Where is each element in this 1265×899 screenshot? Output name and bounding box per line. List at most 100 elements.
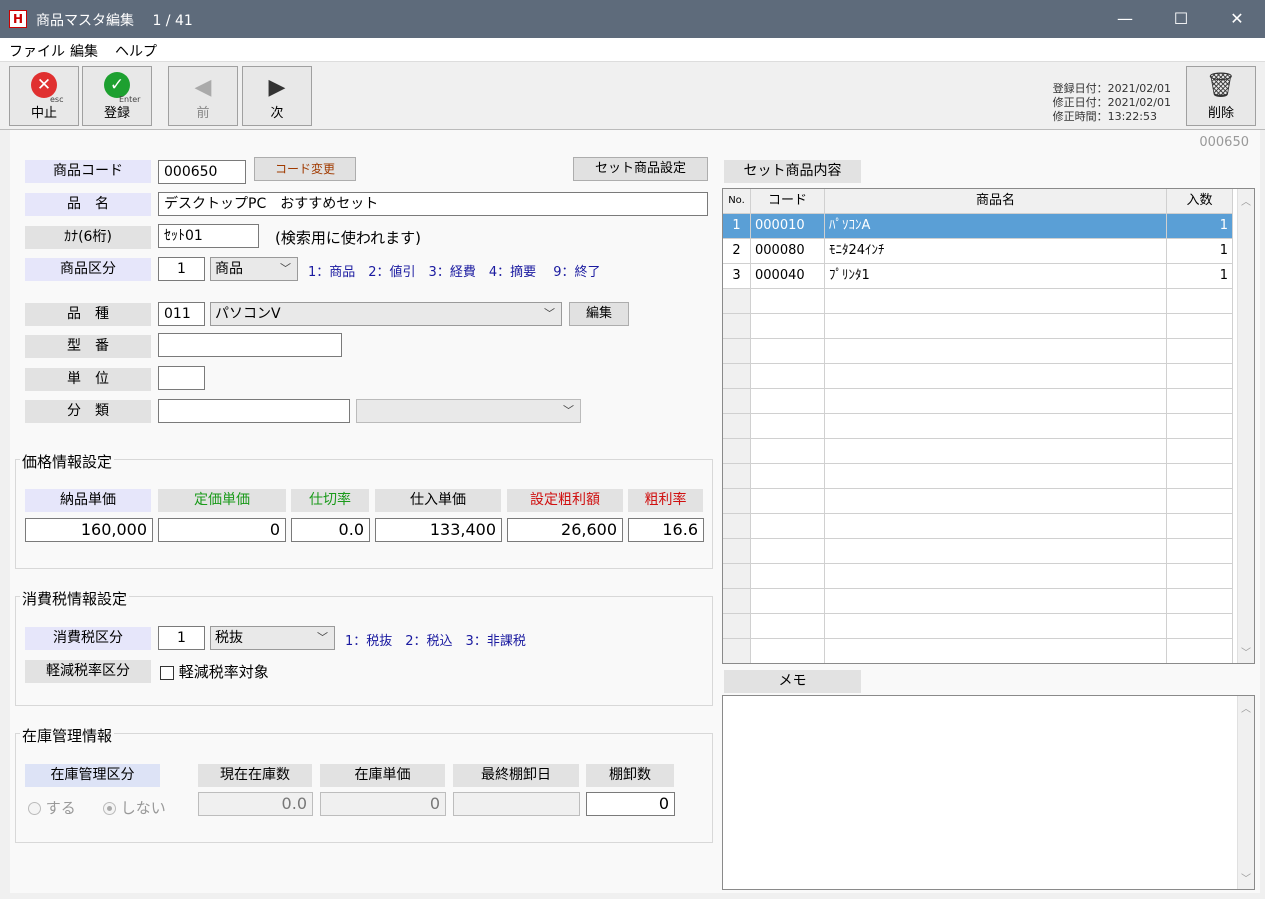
empty-cell bbox=[723, 564, 751, 589]
last-count-date-field[interactable] bbox=[453, 792, 580, 816]
reduced-checkbox-label: 軽減税率対象 bbox=[178, 663, 269, 681]
kind-label: 品 種 bbox=[25, 303, 151, 326]
set-items-table[interactable]: No. コード 商品名 入数 1 000010 ﾊﾟｿｺﾝA 1 2 00008… bbox=[722, 188, 1255, 664]
cancel-button[interactable]: ✕ esc 中止 bbox=[9, 66, 79, 126]
class-select[interactable]: ﹀ bbox=[356, 399, 581, 423]
price-col-rate: 仕切率 bbox=[291, 489, 369, 512]
cancel-label: 中止 bbox=[30, 106, 57, 121]
row-no: 3 bbox=[723, 264, 751, 289]
code-change-button[interactable]: コード変更 bbox=[254, 157, 356, 181]
purchase-price-field[interactable]: 133,400 bbox=[375, 518, 502, 542]
minimize-button[interactable]: — bbox=[1097, 0, 1153, 38]
kind-num-field[interactable]: 011 bbox=[158, 302, 205, 326]
maximize-button[interactable]: ☐ bbox=[1153, 0, 1209, 38]
empty-cell bbox=[723, 639, 751, 663]
kind-edit-button[interactable]: 編集 bbox=[569, 302, 629, 326]
kana-label: ｶﾅ(6桁) bbox=[25, 226, 151, 249]
tax-select-value: 税抜 bbox=[215, 630, 243, 646]
category-num-field[interactable]: 1 bbox=[158, 257, 205, 281]
row-no: 1 bbox=[723, 214, 751, 239]
stock-radio-no[interactable]: しない bbox=[103, 797, 166, 818]
next-label: 次 bbox=[270, 106, 284, 121]
empty-cell bbox=[825, 589, 1167, 614]
margin-field[interactable]: 16.6 bbox=[628, 518, 704, 542]
window-title: 商品マスタ編集 1 / 41 bbox=[36, 13, 193, 29]
empty-cell bbox=[751, 339, 825, 364]
tax-num-field[interactable]: 1 bbox=[158, 626, 205, 650]
col-code-header[interactable]: コード bbox=[751, 189, 825, 214]
tax-hint: 1：税抜 2：税込 3：非課税 bbox=[345, 634, 526, 649]
empty-cell bbox=[825, 539, 1167, 564]
empty-cell bbox=[723, 289, 751, 314]
category-select[interactable]: 商品 ﹀ bbox=[210, 257, 298, 281]
class-field[interactable] bbox=[158, 399, 350, 423]
empty-cell bbox=[1167, 289, 1233, 314]
stock-count-field[interactable]: 0 bbox=[586, 792, 675, 816]
empty-cell bbox=[1167, 314, 1233, 339]
table-scrollbar[interactable]: ︿ ﹀ bbox=[1237, 189, 1254, 663]
price-col-purchase: 仕入単価 bbox=[375, 489, 501, 512]
delete-button[interactable]: 🗑 削除 bbox=[1186, 66, 1256, 126]
next-button[interactable]: ▶ 次 bbox=[242, 66, 312, 126]
row-code: 000040 bbox=[751, 264, 825, 289]
menu-bar: ファイル 編集 ヘルプ bbox=[0, 38, 1265, 62]
stock-unit-price-field[interactable]: 0 bbox=[320, 792, 446, 816]
memo-field[interactable]: ︿ ﹀ bbox=[722, 695, 1255, 890]
empty-cell bbox=[723, 414, 751, 439]
record-code: 000650 bbox=[1199, 135, 1249, 150]
row-name: ﾌﾟﾘﾝﾀ1 bbox=[825, 264, 1167, 289]
name-field[interactable]: デスクトップPC おすすめセット bbox=[158, 192, 708, 216]
scroll-up-icon[interactable]: ︿ bbox=[1241, 193, 1251, 208]
radio-icon bbox=[28, 802, 41, 815]
empty-cell bbox=[723, 339, 751, 364]
stock-col-unit-price: 在庫単価 bbox=[320, 764, 445, 787]
empty-cell bbox=[751, 364, 825, 389]
chevron-down-icon: ﹀ bbox=[544, 307, 555, 320]
menu-file[interactable]: ファイル bbox=[9, 41, 65, 61]
price-col-list: 定価単価 bbox=[158, 489, 286, 512]
menu-help[interactable]: ヘルプ bbox=[115, 41, 157, 61]
unit-field[interactable] bbox=[158, 366, 205, 390]
reduced-checkbox[interactable]: 軽減税率対象 bbox=[160, 661, 269, 682]
record-dates: 登録日付：2021/02/01 修正日付：2021/02/01 修正時間：13:… bbox=[1053, 82, 1171, 124]
tax-select[interactable]: 税抜 ﹀ bbox=[210, 626, 335, 650]
menu-edit[interactable]: 編集 bbox=[70, 41, 98, 61]
price-group-title: 価格情報設定 bbox=[20, 451, 115, 472]
category-label: 商品区分 bbox=[25, 258, 151, 281]
col-name-header[interactable]: 商品名 bbox=[825, 189, 1167, 214]
kana-field[interactable]: ｾｯﾄ01 bbox=[158, 224, 259, 248]
empty-cell bbox=[751, 439, 825, 464]
code-label: 商品コード bbox=[25, 160, 151, 183]
empty-cell bbox=[723, 539, 751, 564]
scroll-down-icon[interactable]: ﹀ bbox=[1241, 870, 1251, 885]
prev-button[interactable]: ◀ 前 bbox=[168, 66, 238, 126]
name-label: 品 名 bbox=[25, 193, 151, 216]
kind-select[interactable]: パソコンV ﹀ bbox=[210, 302, 562, 326]
empty-cell bbox=[751, 314, 825, 339]
code-field[interactable]: 000650 bbox=[158, 160, 246, 184]
rate-field[interactable]: 0.0 bbox=[291, 518, 370, 542]
empty-cell bbox=[1167, 389, 1233, 414]
model-field[interactable] bbox=[158, 333, 342, 357]
register-button[interactable]: ✓ Enter 登録 bbox=[82, 66, 152, 126]
empty-cell bbox=[1167, 464, 1233, 489]
empty-cell bbox=[751, 389, 825, 414]
scroll-down-icon[interactable]: ﹀ bbox=[1241, 644, 1251, 659]
profit-field[interactable]: 26,600 bbox=[507, 518, 623, 542]
stock-radio-yes[interactable]: する bbox=[28, 797, 76, 818]
empty-cell bbox=[751, 589, 825, 614]
trash-icon: 🗑 bbox=[1205, 71, 1237, 99]
stock-qty-field[interactable]: 0.0 bbox=[198, 792, 313, 816]
delivery-price-field[interactable]: 160,000 bbox=[25, 518, 153, 542]
set-setting-button[interactable]: セット商品設定 bbox=[573, 157, 708, 181]
close-button[interactable]: ✕ bbox=[1209, 0, 1265, 38]
scroll-up-icon[interactable]: ︿ bbox=[1241, 700, 1251, 715]
category-hint: 1：商品 2：値引 3：経費 4：摘要 9：終了 bbox=[308, 265, 601, 280]
list-price-field[interactable]: 0 bbox=[158, 518, 286, 542]
radio-selected-icon bbox=[103, 802, 116, 815]
col-no-header[interactable]: No. bbox=[723, 189, 751, 214]
empty-cell bbox=[723, 439, 751, 464]
empty-cell bbox=[1167, 339, 1233, 364]
col-qty-header[interactable]: 入数 bbox=[1167, 189, 1233, 214]
memo-scrollbar[interactable]: ︿ ﹀ bbox=[1237, 696, 1254, 889]
